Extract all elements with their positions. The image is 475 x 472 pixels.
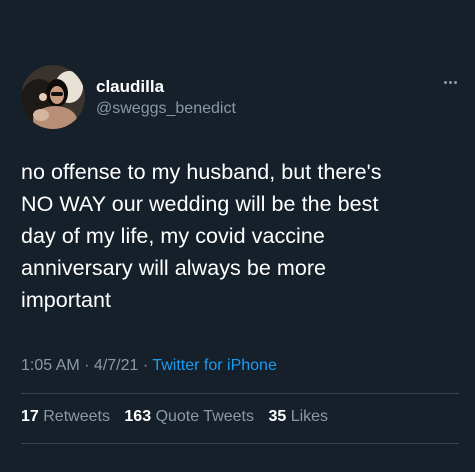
quote-tweets-stat[interactable]: 163 Quote Tweets — [124, 408, 254, 425]
meta-separator: · — [79, 357, 94, 374]
divider — [21, 443, 459, 444]
retweets-label: Retweets — [43, 408, 110, 425]
tweet-date[interactable]: 4/7/21 — [94, 357, 138, 374]
quote-tweets-count: 163 — [124, 408, 152, 425]
tweet-time[interactable]: 1:05 AM — [21, 357, 80, 374]
likes-stat[interactable]: 35 Likes — [268, 408, 328, 425]
more-dot — [443, 80, 447, 84]
author-handle[interactable]: @sweggs_benedict — [96, 100, 236, 118]
tweet-text: no offense to my husband, but there's NO… — [21, 160, 382, 312]
tweet-meta: 1:05 AM · 4/7/21 · Twitter for iPhone — [21, 357, 277, 375]
quote-tweets-label: Quote Tweets — [155, 408, 254, 425]
tweet-source-link[interactable]: Twitter for iPhone — [152, 357, 277, 374]
more-dot — [448, 80, 452, 84]
tweet-card: claudilla @sweggs_benedict no offense to… — [0, 0, 475, 472]
likes-count: 35 — [268, 408, 287, 425]
likes-label: Likes — [290, 408, 329, 425]
more-options-icon[interactable] — [440, 74, 460, 90]
meta-separator: · — [138, 357, 153, 374]
divider — [21, 393, 459, 394]
avatar[interactable] — [21, 65, 85, 129]
tweet-stats: 17 Retweets 163 Quote Tweets 35 Likes — [21, 408, 338, 426]
retweets-count: 17 — [21, 408, 39, 425]
avatar-photo-icon — [21, 65, 85, 129]
more-dot — [453, 80, 457, 84]
retweets-stat[interactable]: 17 Retweets — [21, 408, 110, 425]
author-display-name[interactable]: claudilla — [96, 77, 164, 97]
